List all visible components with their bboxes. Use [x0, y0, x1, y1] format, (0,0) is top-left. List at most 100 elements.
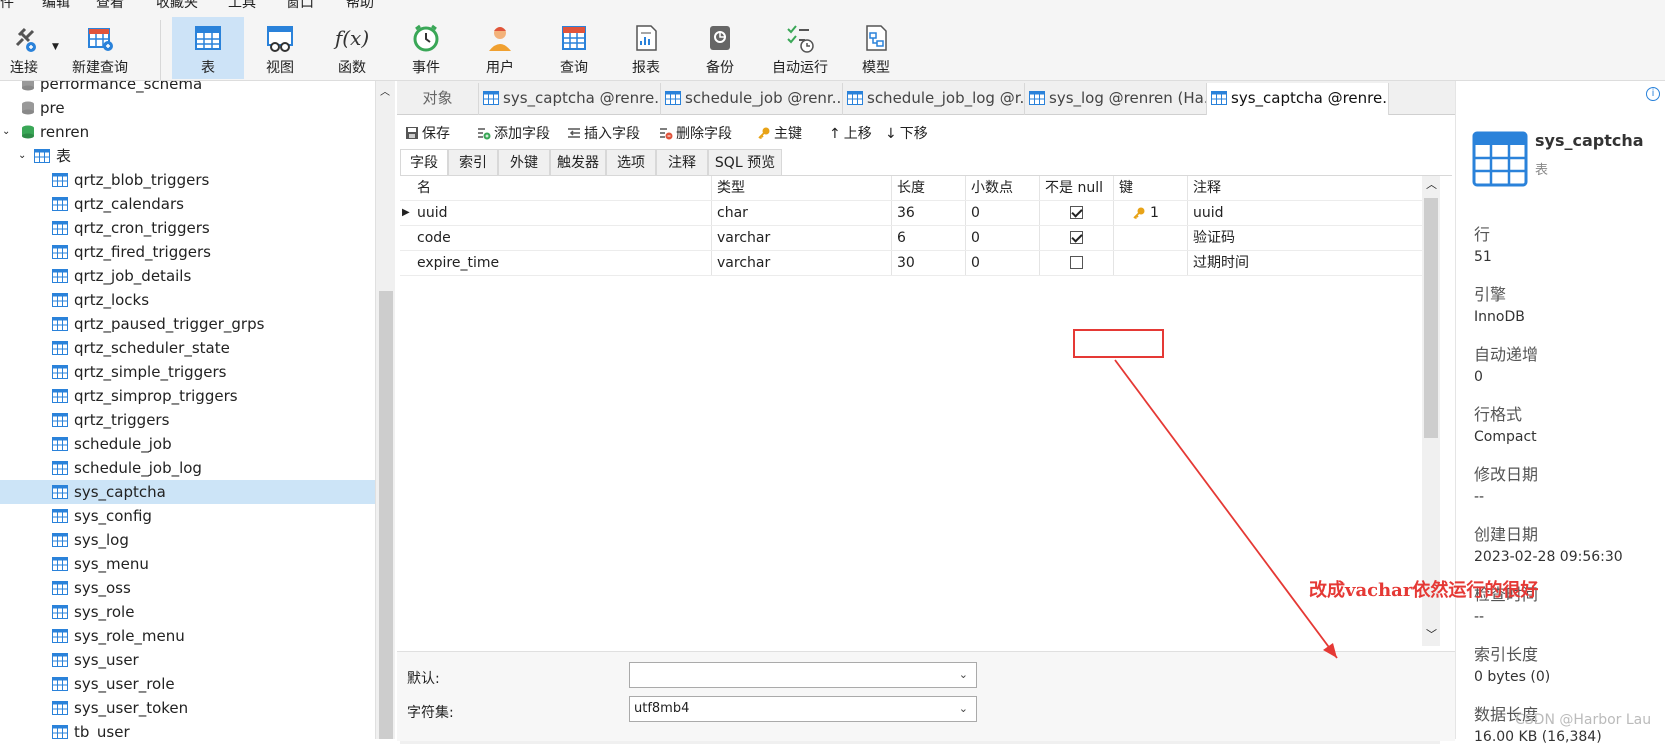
- subtab-triggers[interactable]: 触发器: [550, 149, 606, 175]
- not-null-checkbox[interactable]: [1070, 256, 1083, 269]
- tree-table-item[interactable]: tb_user: [0, 720, 375, 739]
- tree-db-renren[interactable]: ⌄ renren: [0, 120, 375, 144]
- function-button[interactable]: f(x) 函数: [320, 17, 384, 79]
- col-header-not-null[interactable]: 不是 null: [1040, 176, 1114, 200]
- menu-edit[interactable]: 编辑: [42, 0, 70, 12]
- menu-tools[interactable]: 工具: [228, 0, 256, 12]
- menu-file[interactable]: 件: [0, 0, 14, 12]
- field-key-cell[interactable]: [1114, 251, 1188, 275]
- col-header-decimals[interactable]: 小数点: [966, 176, 1040, 200]
- tree-table-item[interactable]: qrtz_simprop_triggers: [0, 384, 375, 408]
- tree-table-item[interactable]: sys_menu: [0, 552, 375, 576]
- tab-sys-captcha-1[interactable]: sys_captcha @renre...: [479, 83, 661, 115]
- col-header-name[interactable]: 名: [412, 176, 712, 200]
- tree-table-item[interactable]: sys_oss: [0, 576, 375, 600]
- tree-table-item[interactable]: schedule_job: [0, 432, 375, 456]
- field-key-cell[interactable]: 1: [1114, 201, 1188, 225]
- event-button[interactable]: 事件: [394, 17, 458, 79]
- view-button[interactable]: 视图: [248, 17, 312, 79]
- tree-table-item[interactable]: sys_user_token: [0, 696, 375, 720]
- tab-schedule-job-log[interactable]: schedule_job_log @r...: [843, 83, 1025, 115]
- field-type-cell[interactable]: char: [712, 201, 892, 225]
- scroll-down-icon[interactable]: ﹀: [1426, 626, 1437, 642]
- grid-vscroll-thumb[interactable]: [1424, 198, 1438, 438]
- tree-table-item[interactable]: sys_log: [0, 528, 375, 552]
- field-comment-cell[interactable]: 验证码: [1188, 226, 1422, 250]
- col-header-key[interactable]: 键: [1114, 176, 1188, 200]
- field-not-null-cell[interactable]: [1040, 251, 1114, 275]
- save-button[interactable]: 保存: [405, 123, 450, 145]
- tree-scrollbar[interactable]: ︿: [375, 81, 395, 739]
- field-key-cell[interactable]: [1114, 226, 1188, 250]
- scroll-up-icon[interactable]: ︿: [380, 83, 390, 98]
- new-query-button[interactable]: 新建查询: [66, 17, 134, 79]
- tab-sys-log[interactable]: sys_log @renren (Ha...: [1025, 83, 1207, 115]
- not-null-checkbox[interactable]: [1070, 231, 1083, 244]
- autorun-button[interactable]: 自动运行: [760, 17, 840, 79]
- backup-button[interactable]: 备份: [688, 17, 752, 79]
- menu-help[interactable]: 帮助: [346, 0, 374, 12]
- field-length-cell[interactable]: 30: [892, 251, 966, 275]
- field-comment-cell[interactable]: 过期时间: [1188, 251, 1422, 275]
- delete-field-button[interactable]: 删除字段: [659, 123, 732, 145]
- col-header-comment[interactable]: 注释: [1188, 176, 1422, 200]
- subtab-fields[interactable]: 字段: [400, 149, 448, 175]
- tree-table-item[interactable]: qrtz_cron_triggers: [0, 216, 375, 240]
- tree-scroll-thumb[interactable]: [379, 291, 393, 739]
- col-header-type[interactable]: 类型: [712, 176, 892, 200]
- tree-table-item[interactable]: schedule_job_log: [0, 456, 375, 480]
- tree-table-item[interactable]: sys_captcha: [0, 480, 375, 504]
- primary-key-button[interactable]: 主键: [757, 123, 802, 145]
- tree-table-item[interactable]: qrtz_scheduler_state: [0, 336, 375, 360]
- charset-select[interactable]: utf8mb4 ⌄: [629, 696, 977, 722]
- tree-table-item[interactable]: qrtz_paused_trigger_grps: [0, 312, 375, 336]
- tab-sys-captcha-active[interactable]: sys_captcha @renre...: [1207, 83, 1389, 115]
- tree-tables-node[interactable]: ⌄ 表: [0, 144, 375, 168]
- report-button[interactable]: 报表: [614, 17, 678, 79]
- tree-table-item[interactable]: qrtz_job_details: [0, 264, 375, 288]
- field-row[interactable]: code varchar 6 0 验证码: [400, 226, 1422, 251]
- tree-table-item[interactable]: qrtz_calendars: [0, 192, 375, 216]
- tree-table-item[interactable]: qrtz_fired_triggers: [0, 240, 375, 264]
- field-name-cell[interactable]: uuid: [412, 201, 712, 225]
- tree-table-item[interactable]: qrtz_blob_triggers: [0, 168, 375, 192]
- field-decimals-cell[interactable]: 0: [966, 201, 1040, 225]
- table-button[interactable]: 表: [172, 17, 244, 79]
- query-button[interactable]: 查询: [542, 17, 606, 79]
- field-name-cell[interactable]: code: [412, 226, 712, 250]
- tree-table-item[interactable]: qrtz_simple_triggers: [0, 360, 375, 384]
- chevron-down-icon[interactable]: ⌄: [18, 144, 26, 168]
- field-row[interactable]: ▶ uuid char 36 0 1 uuid: [400, 201, 1422, 226]
- move-down-button[interactable]: ↓ 下移: [885, 123, 928, 145]
- tree-table-item[interactable]: qrtz_triggers: [0, 408, 375, 432]
- subtab-comment[interactable]: 注释: [656, 149, 708, 175]
- subtab-options[interactable]: 选项: [606, 149, 656, 175]
- move-up-button[interactable]: ↑ 上移: [829, 123, 872, 145]
- menu-window[interactable]: 窗口: [286, 0, 314, 12]
- menu-favorites[interactable]: 收藏夹: [156, 0, 198, 12]
- field-decimals-cell[interactable]: 0: [966, 251, 1040, 275]
- field-comment-cell[interactable]: uuid: [1188, 201, 1422, 225]
- connect-dropdown-icon[interactable]: ▼: [52, 42, 59, 52]
- subtab-indexes[interactable]: 索引: [448, 149, 498, 175]
- user-button[interactable]: 用户: [468, 17, 532, 79]
- default-select[interactable]: ⌄: [629, 662, 977, 688]
- menu-view[interactable]: 查看: [96, 0, 124, 12]
- info-icon[interactable]: i: [1646, 87, 1660, 101]
- chevron-down-icon[interactable]: ⌄: [2, 120, 10, 144]
- field-row[interactable]: expire_time varchar 30 0 过期时间: [400, 251, 1422, 276]
- field-length-cell[interactable]: 36: [892, 201, 966, 225]
- field-type-cell[interactable]: varchar: [712, 226, 892, 250]
- field-not-null-cell[interactable]: [1040, 226, 1114, 250]
- field-not-null-cell[interactable]: [1040, 201, 1114, 225]
- tree-table-item[interactable]: sys_role: [0, 600, 375, 624]
- insert-field-button[interactable]: 插入字段: [567, 123, 640, 145]
- field-name-cell[interactable]: expire_time: [412, 251, 712, 275]
- tree-table-item[interactable]: qrtz_locks: [0, 288, 375, 312]
- tree-table-item[interactable]: sys_config: [0, 504, 375, 528]
- tab-objects[interactable]: 对象: [397, 83, 479, 115]
- subtab-sql-preview[interactable]: SQL 预览: [708, 149, 782, 175]
- tree-table-item[interactable]: sys_user: [0, 648, 375, 672]
- tree-db-pre[interactable]: pre: [0, 96, 375, 120]
- model-button[interactable]: 模型: [844, 17, 908, 79]
